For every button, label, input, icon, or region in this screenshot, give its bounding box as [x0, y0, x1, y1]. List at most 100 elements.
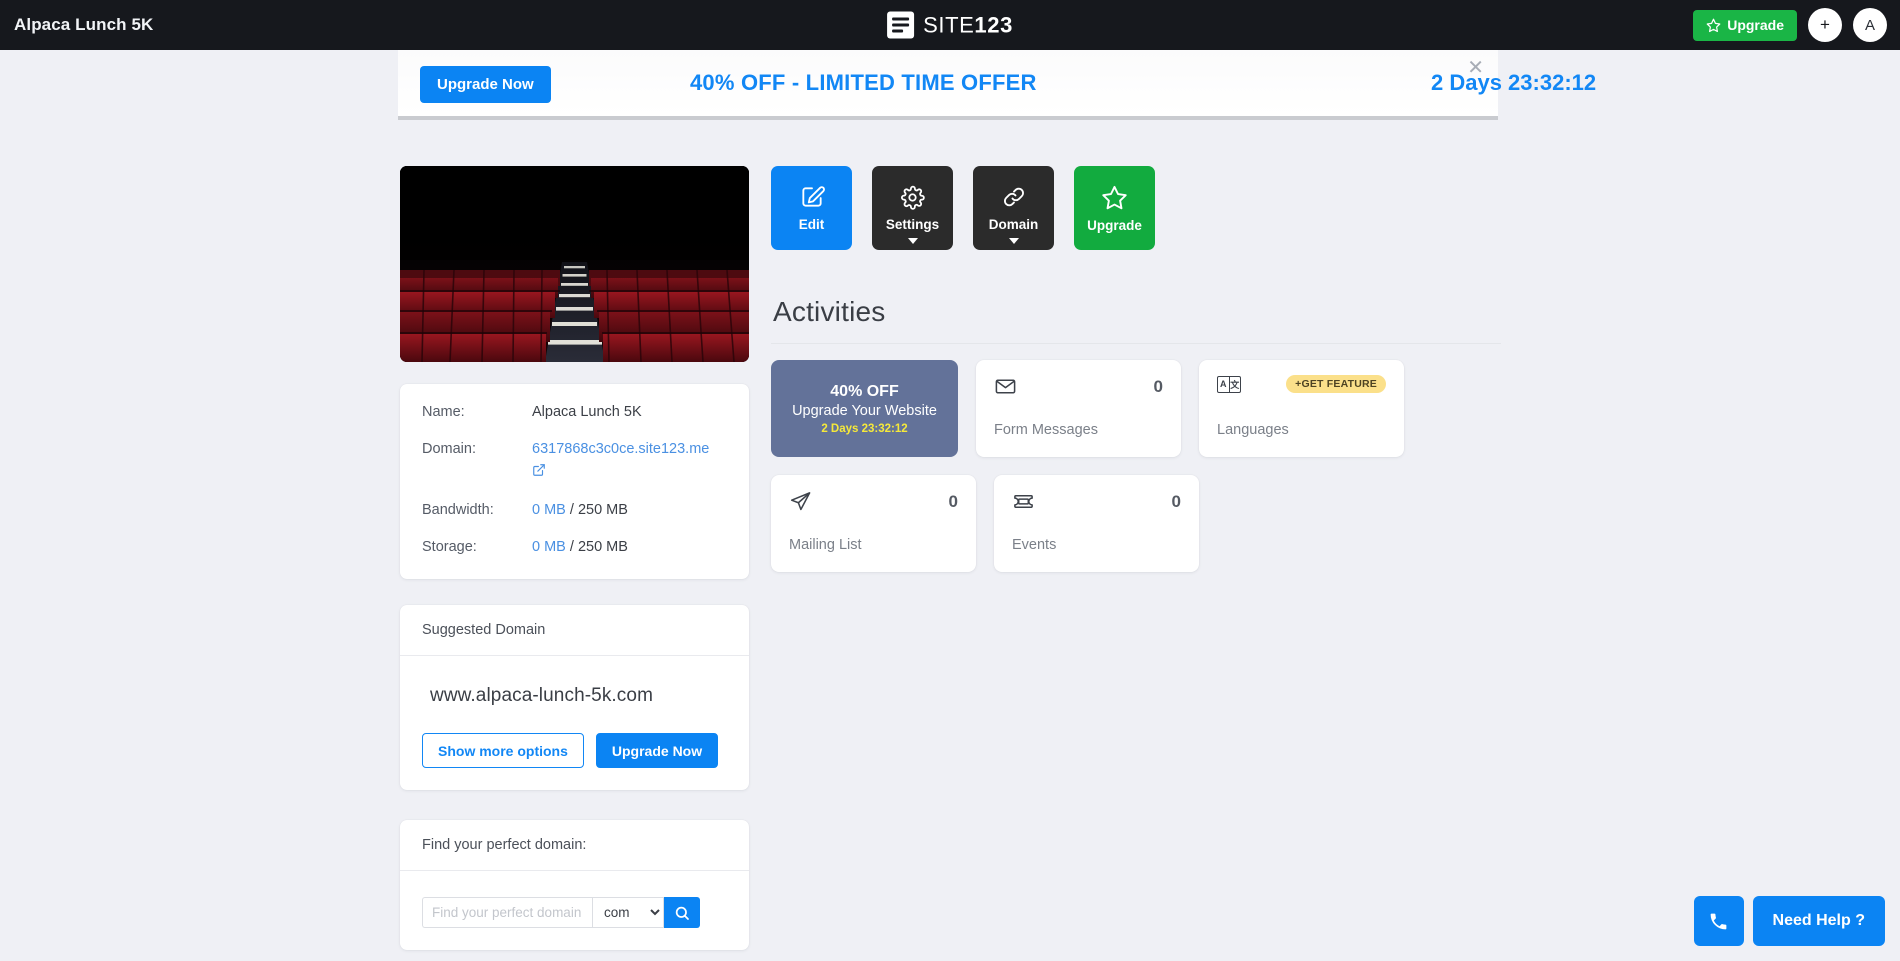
- info-row-bandwidth: Bandwidth: 0 MB / 250 MB: [422, 502, 727, 518]
- tld-select[interactable]: com: [592, 897, 664, 928]
- activity-card-mailing-list[interactable]: 0 Mailing List: [771, 475, 976, 572]
- close-icon[interactable]: ✕: [1463, 54, 1488, 82]
- activities-grid: 40% OFF Upgrade Your Website 2 Days 23:3…: [771, 360, 1501, 572]
- activities-heading: Activities: [773, 296, 886, 327]
- domain-button[interactable]: Domain: [973, 166, 1054, 250]
- search-icon: [674, 905, 690, 921]
- settings-button-label: Settings: [885, 216, 940, 232]
- bandwidth-used: 0 MB: [532, 502, 566, 518]
- top-navigation-bar: Alpaca Lunch 5K SITE123 Upgrade + A: [0, 0, 1900, 50]
- phone-icon: [1708, 911, 1729, 932]
- events-label: Events: [1012, 537, 1057, 553]
- brand-suffix: 123: [974, 12, 1013, 37]
- upgrade-button[interactable]: Upgrade: [1074, 166, 1155, 250]
- banner-headline: 40% OFF - LIMITED TIME OFFER: [690, 70, 1037, 95]
- external-link-icon[interactable]: [532, 463, 546, 481]
- info-row-domain: Domain: 6317868c3c0ce.site123.me: [422, 441, 727, 481]
- ticket-icon: [1012, 490, 1035, 513]
- cinema-seats-image: [400, 166, 749, 362]
- add-button[interactable]: +: [1808, 8, 1842, 42]
- site-info-card: Name: Alpaca Lunch 5K Domain: 6317868c3c…: [400, 384, 749, 579]
- storage-value: 0 MB / 250 MB: [532, 539, 628, 555]
- link-chain-icon: [1001, 184, 1027, 210]
- suggested-domain-card: Suggested Domain www.alpaca-lunch-5k.com…: [400, 605, 749, 790]
- name-label: Name:: [422, 404, 465, 420]
- page-title: Alpaca Lunch 5K: [14, 15, 154, 34]
- site123-logo-icon: [887, 11, 915, 39]
- domain-search-row: com: [422, 897, 727, 928]
- banner-countdown-timer: 2 Days 23:32:12: [1431, 70, 1597, 95]
- activity-promo-card[interactable]: 40% OFF Upgrade Your Website 2 Days 23:3…: [771, 360, 958, 457]
- need-help-button[interactable]: Need Help ?: [1752, 896, 1885, 946]
- bandwidth-total: 250 MB: [577, 502, 628, 518]
- name-value: Alpaca Lunch 5K: [532, 404, 642, 420]
- chevron-down-icon: [907, 238, 918, 244]
- activity-card-events[interactable]: 0 Events: [994, 475, 1199, 572]
- topbar-actions: Upgrade + A: [1693, 8, 1887, 42]
- find-domain-body: com: [400, 871, 749, 950]
- paper-plane-icon: [789, 490, 812, 513]
- card-top-line: 0: [994, 375, 1163, 398]
- promo-subtitle: Upgrade Your Website: [792, 402, 937, 419]
- upgrade-button-label: Upgrade: [1727, 17, 1784, 33]
- upgrade-button-label: Upgrade: [1087, 217, 1142, 233]
- envelope-icon: [994, 375, 1017, 398]
- domain-label: Domain:: [422, 441, 476, 457]
- languages-label: Languages: [1217, 422, 1289, 438]
- domain-link[interactable]: 6317868c3c0ce.site123.me: [532, 441, 709, 457]
- storage-total: 250 MB: [577, 539, 628, 555]
- card-top-line: 0: [789, 490, 958, 513]
- avatar[interactable]: A: [1853, 8, 1887, 42]
- form-messages-label: Form Messages: [994, 422, 1098, 438]
- brand-text: SITE123: [923, 12, 1013, 38]
- banner-upgrade-now-button[interactable]: Upgrade Now: [420, 66, 551, 103]
- domain-search-button[interactable]: [664, 897, 700, 928]
- settings-button[interactable]: Settings: [872, 166, 953, 250]
- quick-actions: Edit Settings Domain Upgrade: [771, 166, 1501, 250]
- storage-separator: /: [565, 539, 578, 555]
- mailing-list-count: 0: [948, 491, 958, 511]
- brand-logo[interactable]: SITE123: [887, 11, 1013, 39]
- language-icon: A文: [1217, 375, 1241, 393]
- get-feature-badge[interactable]: +GET FEATURE: [1286, 375, 1386, 393]
- bandwidth-label: Bandwidth:: [422, 502, 494, 518]
- show-more-options-button[interactable]: Show more options: [422, 733, 584, 768]
- find-domain-heading: Find your perfect domain:: [400, 820, 749, 871]
- suggested-domain-heading: Suggested Domain: [400, 605, 749, 656]
- info-row-name: Name: Alpaca Lunch 5K: [422, 404, 727, 420]
- promo-countdown: 2 Days 23:32:12: [821, 422, 908, 435]
- info-row-storage: Storage: 0 MB / 250 MB: [422, 539, 727, 555]
- right-column: Edit Settings Domain Upgrade Activities: [771, 166, 1501, 572]
- activity-card-languages[interactable]: A文 +GET FEATURE Languages: [1199, 360, 1404, 457]
- star-icon: [1706, 18, 1721, 33]
- promo-discount: 40% OFF: [830, 382, 899, 400]
- bandwidth-value: 0 MB / 250 MB: [532, 502, 628, 518]
- website-thumbnail[interactable]: [400, 166, 749, 362]
- upgrade-button-top[interactable]: Upgrade: [1693, 9, 1797, 41]
- promo-banner: Upgrade Now 40% OFF - LIMITED TIME OFFER…: [398, 50, 1596, 120]
- card-top-line: 0: [1012, 490, 1181, 513]
- suggested-domain-value: www.alpaca-lunch-5k.com: [430, 685, 653, 706]
- edit-button[interactable]: Edit: [771, 166, 852, 250]
- activities-divider: [771, 343, 1501, 344]
- gear-icon: [900, 185, 925, 210]
- help-widget: Need Help ?: [1693, 896, 1885, 946]
- bandwidth-separator: /: [565, 502, 578, 518]
- domain-value-wrap: 6317868c3c0ce.site123.me: [532, 441, 727, 481]
- star-icon: [1101, 184, 1128, 211]
- left-column: Name: Alpaca Lunch 5K Domain: 6317868c3c…: [400, 166, 749, 950]
- edit-button-label: Edit: [798, 217, 825, 232]
- brand-prefix: SITE: [923, 12, 975, 37]
- form-messages-count: 0: [1153, 376, 1163, 396]
- events-count: 0: [1171, 491, 1181, 511]
- suggested-domain-upgrade-button[interactable]: Upgrade Now: [595, 733, 719, 768]
- chevron-down-icon: [1008, 238, 1019, 244]
- find-domain-card: Find your perfect domain: com: [400, 820, 749, 950]
- domain-button-label: Domain: [988, 217, 1039, 232]
- call-button[interactable]: [1693, 896, 1744, 946]
- suggested-domain-body: www.alpaca-lunch-5k.com Show more option…: [400, 656, 749, 790]
- domain-search-input[interactable]: [422, 897, 592, 928]
- activity-card-form-messages[interactable]: 0 Form Messages: [976, 360, 1181, 457]
- card-top-line: A文 +GET FEATURE: [1217, 375, 1386, 393]
- suggested-domain-buttons: Show more options Upgrade Now: [422, 733, 727, 768]
